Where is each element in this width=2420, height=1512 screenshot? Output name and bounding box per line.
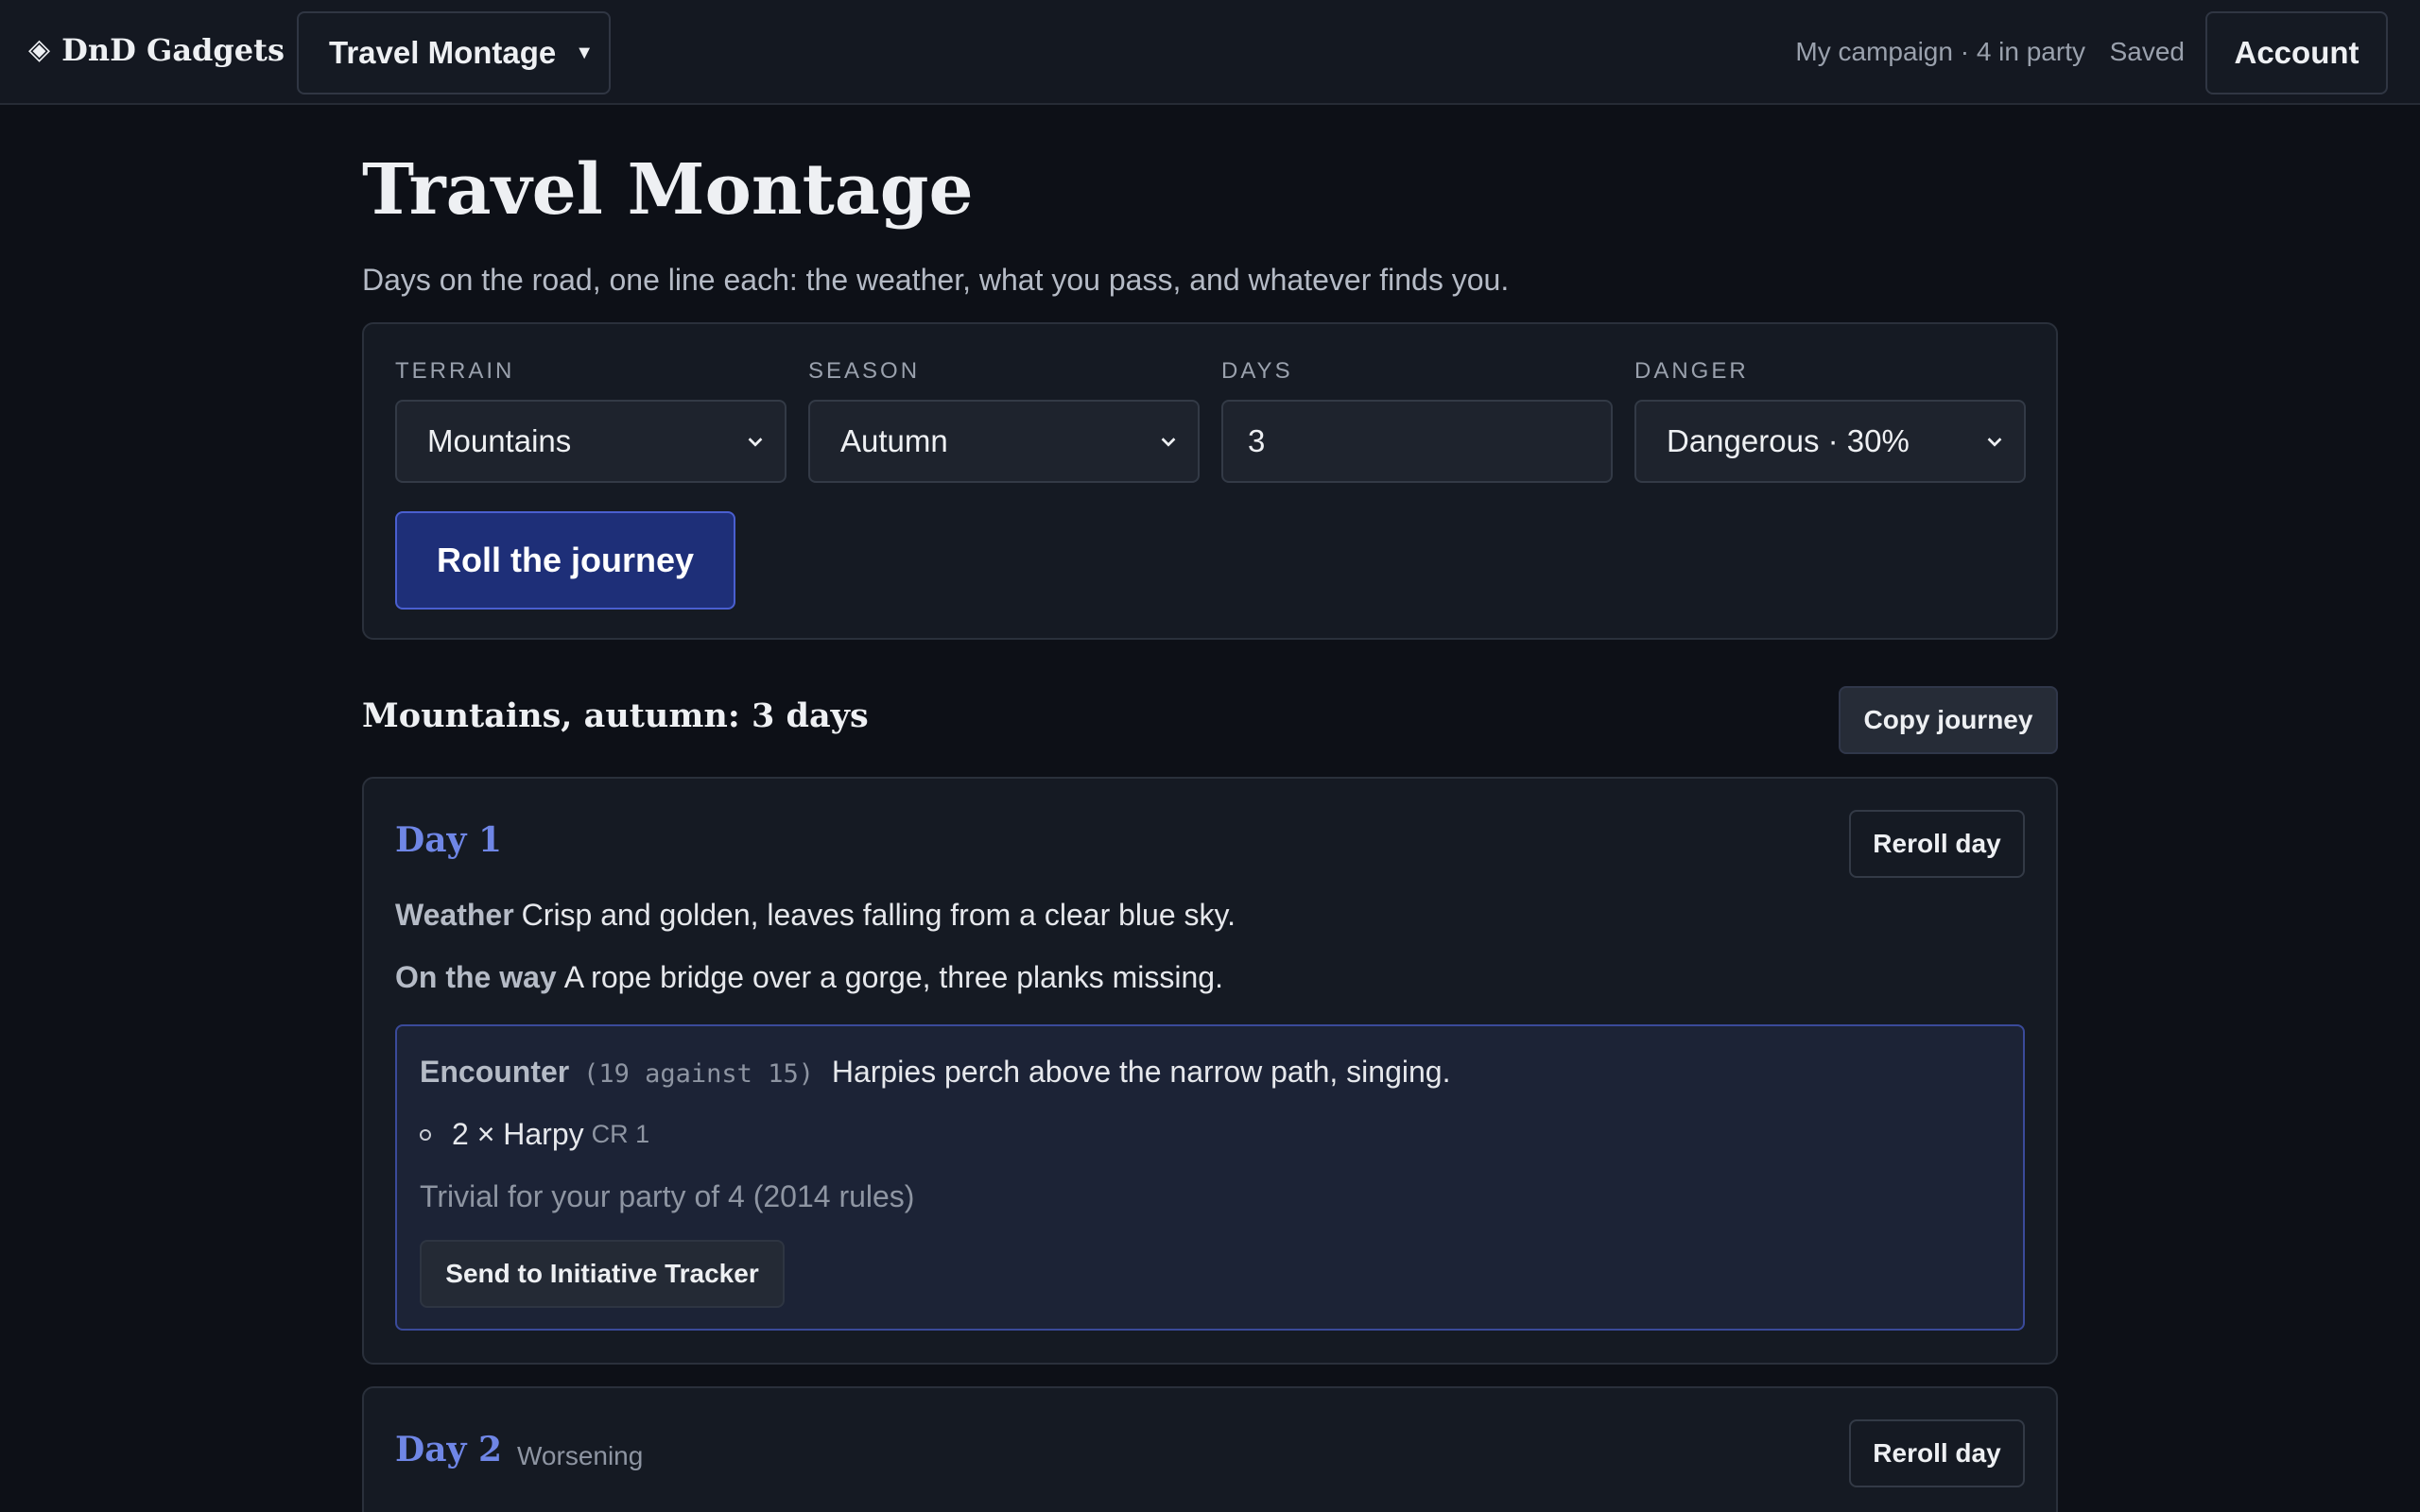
terrain-label: TERRAIN (395, 358, 515, 384)
way-label: On the way (395, 960, 557, 994)
season-select[interactable]: Autumn (808, 400, 1200, 483)
monster-item: 2 × Harpy CR 1 (420, 1117, 649, 1152)
result-heading: Mountains, autumn: 3 days (362, 696, 869, 735)
chevron-down-icon (1161, 438, 1176, 447)
monster-name: 2 × Harpy (452, 1117, 584, 1151)
weather-text: Crisp and golden, leaves falling from a … (521, 898, 1236, 932)
page-subtitle: Days on the road, one line each: the wea… (362, 263, 1510, 297)
send-to-initiative-button[interactable]: Send to Initiative Tracker (420, 1240, 785, 1308)
reroll-day-button[interactable]: Reroll day (1849, 1419, 2025, 1487)
brand-name: DnD Gadgets (61, 32, 285, 68)
roll-journey-button[interactable]: Roll the journey (395, 511, 735, 610)
caret-down-icon: ▼ (575, 42, 595, 63)
danger-label: DANGER (1634, 358, 1749, 384)
danger-value: Dangerous · 30% (1667, 423, 1910, 458)
danger-select[interactable]: Dangerous · 30% (1634, 400, 2026, 483)
encounter-difficulty: Trivial for your party of 4 (2014 rules) (420, 1179, 915, 1213)
days-field: DAYS 3 (1221, 358, 1613, 483)
weather-line: Weather Crisp and golden, leaves falling … (395, 898, 1236, 933)
bullet-icon (420, 1128, 431, 1141)
season-label: SEASON (808, 358, 921, 384)
terrain-select[interactable]: Mountains (395, 400, 786, 483)
terrain-field: TERRAIN Mountains (395, 358, 786, 483)
days-value: 3 (1248, 423, 1266, 458)
encounter-roll: (19 against 15) (583, 1059, 814, 1089)
day-card: Day 1 Reroll day Weather Crisp and golden… (362, 777, 2058, 1365)
copy-journey-button[interactable]: Copy journey (1839, 686, 2058, 754)
season-value: Autumn (840, 423, 948, 458)
top-bar: ◈ DnD Gadgets Travel Montage ▼ My campai… (0, 0, 2420, 105)
save-status: Saved (2109, 37, 2185, 66)
reroll-day-button[interactable]: Reroll day (1849, 810, 2025, 878)
day-title: Day 1 (395, 820, 503, 860)
encounter-box: Encounter (19 against 15) Harpies perch … (395, 1024, 2025, 1331)
brand-logo[interactable]: ◈ DnD Gadgets (28, 32, 285, 68)
tool-switcher-button[interactable]: Travel Montage ▼ (297, 11, 611, 94)
encounter-text: Harpies perch above the narrow path, sin… (831, 1055, 1451, 1089)
danger-field: DANGER Dangerous · 30% (1634, 358, 2026, 483)
days-label: DAYS (1221, 358, 1293, 384)
diamond-icon: ◈ (28, 33, 51, 66)
account-button[interactable]: Account (2205, 11, 2388, 94)
day-tag: Worsening (517, 1441, 644, 1470)
days-input[interactable]: 3 (1221, 400, 1613, 483)
weather-label: Weather (395, 898, 514, 932)
way-line: On the way A rope bridge over a gorge, th… (395, 960, 1223, 995)
journey-form: TERRAIN Mountains SEASON Autumn DAYS 3 D… (362, 322, 2058, 640)
monster-cr: CR 1 (591, 1120, 650, 1148)
tool-switcher-label: Travel Montage (329, 35, 557, 70)
season-field: SEASON Autumn (808, 358, 1200, 483)
campaign-info: My campaign · 4 in party (1795, 37, 2085, 66)
chevron-down-icon (1987, 438, 2002, 447)
page-title: Travel Montage (362, 149, 974, 231)
day-title: Day 2 (395, 1430, 503, 1469)
day-card: Day 2 Worsening Reroll day (362, 1386, 2058, 1512)
way-text: A rope bridge over a gorge, three planks… (563, 960, 1223, 994)
encounter-label: Encounter (420, 1055, 570, 1089)
terrain-value: Mountains (427, 423, 572, 458)
encounter-line: Encounter (19 against 15) Harpies perch … (420, 1055, 1450, 1090)
chevron-down-icon (748, 438, 763, 447)
